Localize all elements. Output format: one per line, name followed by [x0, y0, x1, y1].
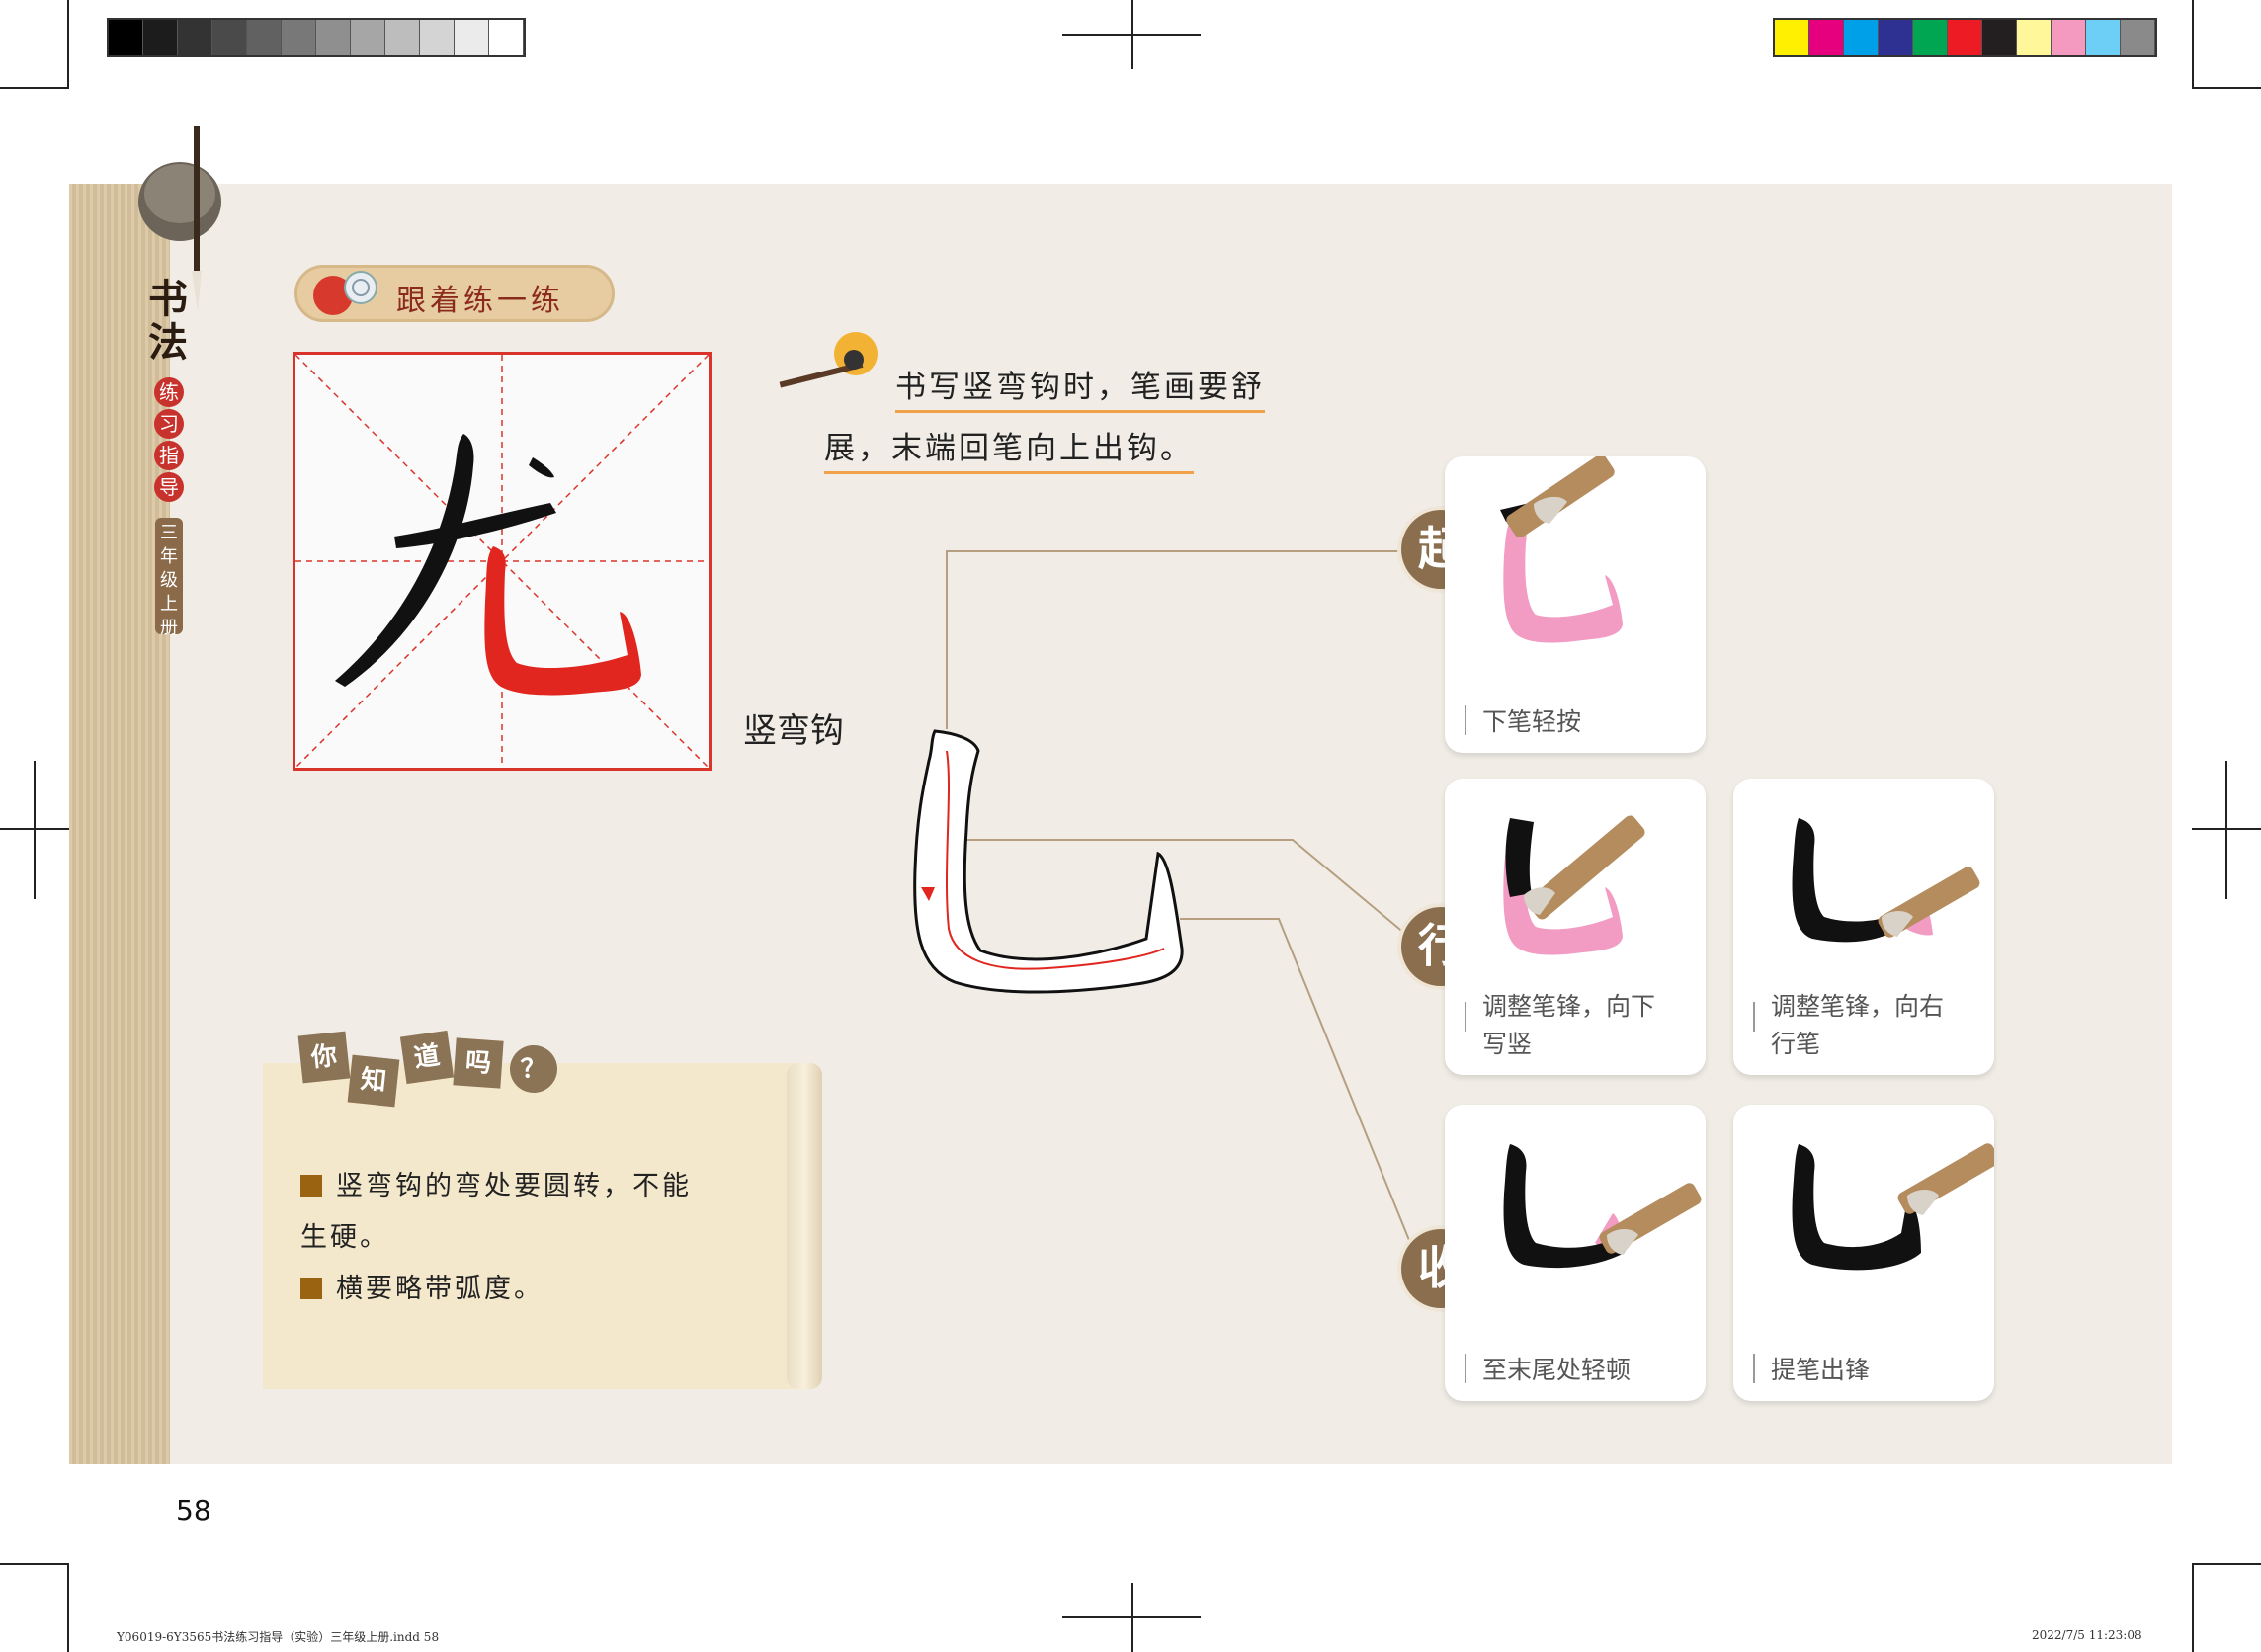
stage-caption: 下笔轻按 — [1482, 703, 1581, 741]
stage-card: 下笔轻按 — [1445, 456, 1706, 753]
dyk-bullet-1: 竖弯钩的弯处要圆转，不能 — [300, 1164, 692, 1202]
stage-caption: 调整笔锋，向下 写竖 — [1482, 988, 1655, 1063]
stroke-step-illustration — [1503, 1144, 1702, 1269]
dyk-tag: 道 — [399, 1030, 455, 1085]
page-number: 58 — [176, 1494, 211, 1527]
dyk-bullet-1-cont: 生硬。 — [300, 1222, 389, 1253]
caption-line: 行笔 — [1771, 1030, 1821, 1058]
dyk-tag: 吗 — [453, 1037, 504, 1089]
scroll-roll — [787, 1063, 822, 1389]
stage-caption: 调整笔锋，向右 行笔 — [1771, 988, 1944, 1063]
caption-line: 下笔轻按 — [1482, 707, 1582, 736]
bullet-text: 竖弯钩的弯处要圆转，不能 — [336, 1171, 692, 1201]
footer-file: Y06019-6Y3565书法练习指导（实验）三年级上册.indd 58 — [117, 1630, 440, 1644]
caption-line: 提笔出锋 — [1771, 1356, 1871, 1384]
bullet-text: 横要略带弧度。 — [336, 1274, 544, 1304]
stroke-step-illustration — [1503, 815, 1645, 955]
stage-card: 提笔出锋 — [1733, 1105, 1994, 1401]
stage-caption: 至末尾处轻顿 — [1482, 1352, 1631, 1389]
stroke-step-illustration — [1792, 1143, 1994, 1271]
stage-card: 至末尾处轻顿 — [1445, 1105, 1706, 1401]
caption-line: 调整笔锋，向右 — [1771, 992, 1945, 1021]
stage-card: 调整笔锋，向右 行笔 — [1733, 779, 1994, 1075]
caption-line: 调整笔锋，向下 — [1482, 992, 1656, 1021]
caption-line: 写竖 — [1482, 1030, 1533, 1058]
dyk-tag: 你 — [297, 1031, 351, 1084]
stage-card: 调整笔锋，向下 写竖 — [1445, 779, 1706, 1075]
stroke-step-illustration — [1500, 456, 1623, 643]
bullet-square-icon — [300, 1278, 322, 1299]
dyk-tag: 知 — [347, 1054, 400, 1108]
bullet-square-icon — [300, 1175, 322, 1197]
caption-line: 至末尾处轻顿 — [1482, 1356, 1632, 1384]
stage-caption: 提笔出锋 — [1771, 1352, 1870, 1389]
footer-date: 2022/7/5 11:23:08 — [2032, 1628, 2142, 1642]
stroke-step-illustration — [1792, 818, 1980, 943]
dyk-bullet-2: 横要略带弧度。 — [300, 1267, 544, 1305]
